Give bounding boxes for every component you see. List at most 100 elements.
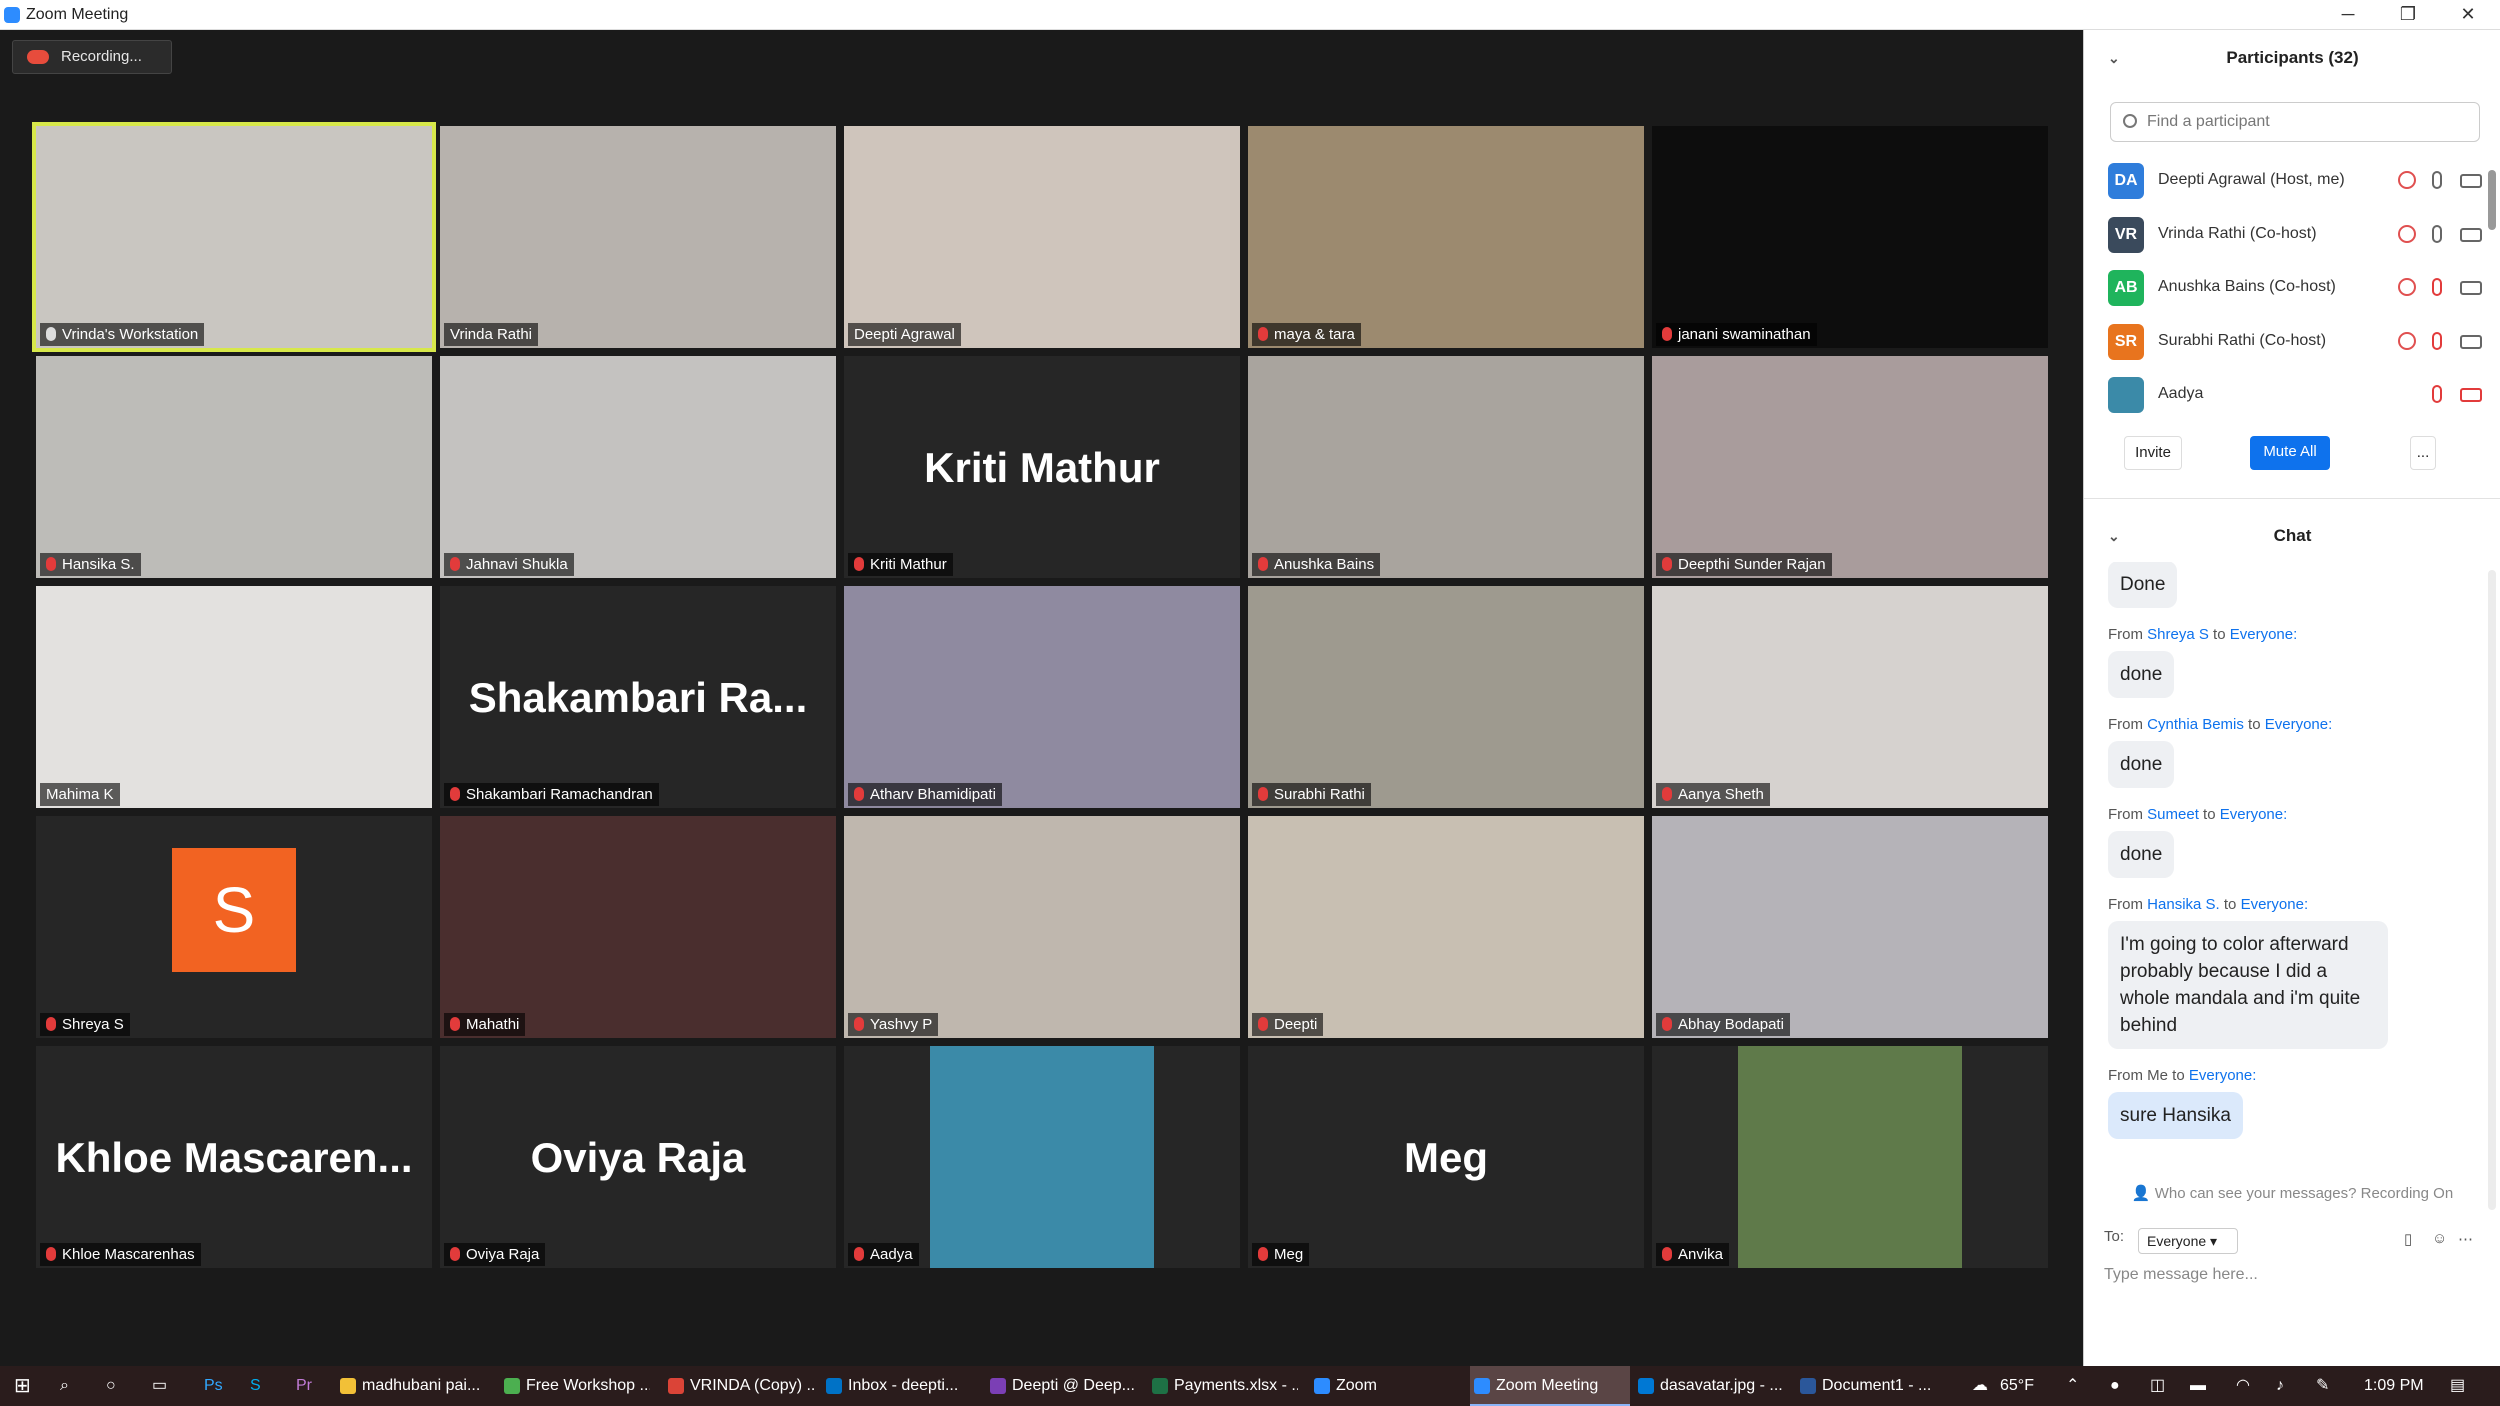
participant-video-tile[interactable]: Mahima K — [36, 586, 432, 808]
participant-video-tile[interactable]: janani swaminathan — [1652, 126, 2048, 348]
participant-video-tile[interactable]: Oviya Raja Oviya Raja — [440, 1046, 836, 1268]
chat-bubble[interactable]: I'm going to color afterward probably be… — [2108, 921, 2388, 1049]
chat-bubble[interactable]: Done — [2108, 562, 2178, 608]
participant-search-input[interactable]: Find a participant — [2110, 102, 2480, 142]
chat-bubble[interactable]: sure Hansika — [2108, 1092, 2243, 1139]
more-options-button[interactable]: ... — [2410, 436, 2436, 470]
participant-video-tile[interactable]: Anushka Bains — [1248, 356, 1644, 578]
skype-icon[interactable]: S — [250, 1366, 261, 1406]
camera-icon[interactable] — [2460, 227, 2482, 242]
collapse-chevron-icon[interactable]: ⌄ — [2108, 30, 2120, 86]
participant-video-tile[interactable]: Jahnavi Shukla — [440, 356, 836, 578]
volume-icon[interactable]: ♪ — [2276, 1366, 2284, 1406]
mic-icon[interactable] — [2432, 171, 2442, 189]
chat-sender[interactable]: Sumeet — [2147, 806, 2199, 823]
tray-chevron-icon[interactable]: ⌃ — [2066, 1366, 2079, 1406]
chat-recipient[interactable]: Everyone — [2189, 1067, 2252, 1084]
participant-video-tile[interactable]: Yashvy P — [844, 816, 1240, 1038]
participant-video-tile[interactable]: Deepthi Sunder Rajan — [1652, 356, 2048, 578]
close-button[interactable]: ✕ — [2438, 0, 2498, 30]
weather-temp[interactable]: 65°F — [2000, 1366, 2034, 1406]
camera-icon[interactable] — [2460, 174, 2482, 188]
participant-video-tile[interactable]: Anvika — [1652, 1046, 2048, 1268]
participant-row[interactable]: DA Deepti Agrawal (Host, me) — [2108, 154, 2488, 208]
battery-icon[interactable]: ▬ — [2190, 1366, 2206, 1406]
chat-scrollbar[interactable] — [2488, 570, 2496, 1210]
chat-bubble[interactable]: done — [2108, 651, 2175, 698]
cortana-icon[interactable]: ○ — [106, 1366, 116, 1406]
recording-indicator[interactable]: Recording... — [12, 40, 172, 74]
pen-icon[interactable]: ✎ — [2316, 1366, 2329, 1406]
participant-video-tile[interactable]: maya & tara — [1248, 126, 1644, 348]
taskbar-app-button[interactable]: madhubani pai... — [336, 1366, 486, 1406]
chat-recipient[interactable]: Everyone — [2230, 626, 2293, 643]
muted-mic-icon[interactable] — [2432, 278, 2442, 296]
taskbar-app-button[interactable]: Document1 - ... — [1796, 1366, 1946, 1406]
participant-video-tile[interactable]: Atharv Bhamidipati — [844, 586, 1240, 808]
chat-message-input[interactable]: Type message here... — [2104, 1266, 2258, 1284]
weather-icon[interactable]: ☁ — [1972, 1366, 1988, 1406]
chat-bubble[interactable]: done — [2108, 741, 2175, 788]
participant-video-tile[interactable]: Mahathi — [440, 816, 836, 1038]
photoshop-icon[interactable]: Ps — [204, 1366, 223, 1406]
notifications-icon[interactable]: ▤ — [2450, 1366, 2465, 1406]
chat-sender[interactable]: Hansika S. — [2147, 896, 2220, 913]
taskbar-app-button[interactable]: Free Workshop ... — [500, 1366, 650, 1406]
participant-video-tile[interactable]: Vrinda's Workstation — [32, 122, 436, 352]
chat-collapse-chevron-icon[interactable]: ⌄ — [2108, 516, 2120, 556]
participant-video-tile[interactable]: Shakambari Ra... Shakambari Ramachandran — [440, 586, 836, 808]
invite-button[interactable]: Invite — [2124, 436, 2182, 470]
file-icon[interactable]: ▯ — [2404, 1230, 2412, 1248]
taskbar-app-button[interactable]: dasavatar.jpg - ... — [1634, 1366, 1784, 1406]
participant-video-tile[interactable]: Deepti Agrawal — [844, 126, 1240, 348]
wifi-icon[interactable]: ◠ — [2236, 1366, 2250, 1406]
taskbar-app-button[interactable]: Deepti @ Deep... — [986, 1366, 1136, 1406]
chat-recipient[interactable]: Everyone — [2220, 806, 2283, 823]
task-view-icon[interactable]: ▭ — [152, 1366, 167, 1406]
minimize-button[interactable]: ─ — [2318, 0, 2378, 30]
chat-sender[interactable]: Shreya S — [2147, 626, 2209, 643]
taskbar-app-button[interactable]: VRINDA (Copy) ... — [664, 1366, 814, 1406]
participant-video-tile[interactable]: Abhay Bodapati — [1652, 816, 2048, 1038]
restore-button[interactable]: ❐ — [2378, 0, 2438, 30]
recipient-select[interactable]: Everyone ▾ — [2138, 1228, 2238, 1254]
participant-video-tile[interactable]: Meg Meg — [1248, 1046, 1644, 1268]
camera-icon[interactable] — [2460, 334, 2482, 349]
message-visibility-note[interactable]: 👤 Who can see your messages? Recording O… — [2084, 1184, 2500, 1202]
muted-mic-icon[interactable] — [2432, 385, 2442, 403]
chat-recipient[interactable]: Everyone — [2265, 716, 2328, 733]
tray-app-icon[interactable]: ● — [2110, 1366, 2120, 1406]
search-taskbar-icon[interactable]: ⌕ — [60, 1366, 69, 1406]
muted-mic-icon[interactable] — [2432, 331, 2442, 350]
taskbar-app-button[interactable]: Inbox - deepti... — [822, 1366, 972, 1406]
clock-time[interactable]: 1:09 PM — [2364, 1366, 2424, 1406]
participant-scrollbar[interactable] — [2488, 170, 2496, 230]
camera-icon[interactable] — [2460, 281, 2482, 295]
participant-video-tile[interactable]: Vrinda Rathi — [440, 126, 836, 348]
taskbar-app-button[interactable]: Payments.xlsx - ... — [1148, 1366, 1298, 1406]
camera-off-icon[interactable] — [2460, 388, 2482, 402]
windows-start-icon[interactable]: ⊞ — [14, 1366, 31, 1406]
mute-all-button[interactable]: Mute All — [2250, 436, 2330, 470]
participant-video-tile[interactable]: Deepti — [1248, 816, 1644, 1038]
taskbar-app-button[interactable]: Zoom — [1310, 1366, 1460, 1406]
network-icon[interactable]: ◫ — [2150, 1366, 2165, 1406]
participant-video-tile[interactable]: S Shreya S — [36, 816, 432, 1038]
participant-video-tile[interactable]: Aanya Sheth — [1652, 586, 2048, 808]
participant-row[interactable]: SR Surabhi Rathi (Co-host) — [2108, 315, 2488, 369]
premiere-icon[interactable]: Pr — [296, 1366, 312, 1406]
participant-row[interactable]: VR Vrinda Rathi (Co-host) — [2108, 208, 2488, 262]
participant-row[interactable]: Aadya — [2108, 368, 2488, 422]
more-chat-options-icon[interactable]: ⋯ — [2458, 1230, 2473, 1248]
participant-video-tile[interactable]: Aadya — [844, 1046, 1240, 1268]
chat-bubble[interactable]: done — [2108, 831, 2175, 878]
participant-row[interactable]: AB Anushka Bains (Co-host) — [2108, 261, 2488, 315]
chat-sender[interactable]: Me — [2147, 1067, 2168, 1084]
participant-video-tile[interactable]: Kriti Mathur Kriti Mathur — [844, 356, 1240, 578]
participant-video-tile[interactable]: Khloe Mascaren... Khloe Mascarenhas — [36, 1046, 432, 1268]
chat-recipient[interactable]: Everyone — [2241, 896, 2304, 913]
participant-video-tile[interactable]: Hansika S. — [36, 356, 432, 578]
taskbar-app-button[interactable]: Zoom Meeting — [1470, 1366, 1630, 1406]
mic-icon[interactable] — [2432, 224, 2442, 243]
emoji-icon[interactable]: ☺ — [2432, 1230, 2447, 1247]
